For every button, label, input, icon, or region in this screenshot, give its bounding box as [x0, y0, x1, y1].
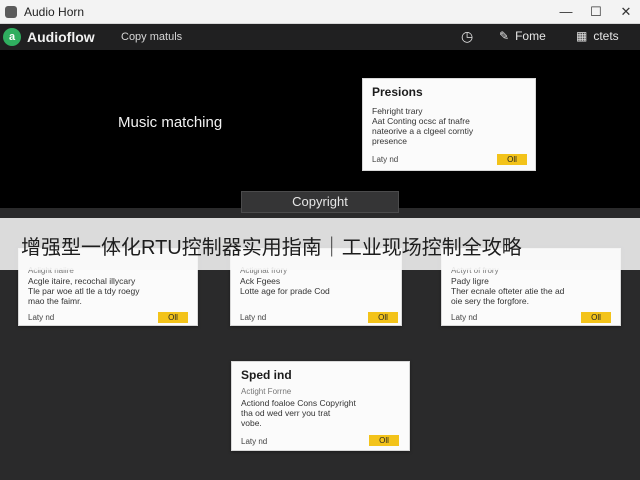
card-title: Presions: [372, 85, 423, 99]
card-footer: Laty nd: [372, 155, 399, 164]
fome-button[interactable]: ✎ Fome: [499, 29, 546, 43]
window-titlebar: Audio Horn — ☐ ✕: [0, 0, 640, 24]
music-matching-heading: Music matching: [118, 114, 223, 131]
card-line: Acgle itaire, recochal illycary: [28, 276, 136, 286]
copyright-button[interactable]: Copyright: [241, 191, 399, 213]
banner-text: 增强型一体化RTU控制器实用指南｜工业现场控制全攻略: [21, 237, 522, 259]
card-footer: Laty nd: [241, 437, 268, 446]
ok-button[interactable]: Oll: [369, 435, 399, 446]
audioflow-logo-icon: a: [3, 28, 21, 46]
clock-icon[interactable]: ◷: [461, 28, 473, 45]
card-line: Tle par woe atl tle a tdy roegy: [28, 286, 140, 296]
card-line: tha od wed verr you trat: [241, 408, 331, 418]
edit-icon: ✎: [499, 29, 510, 43]
card-line: Lotte age for prade Cod: [240, 286, 330, 296]
close-button[interactable]: ✕: [612, 0, 640, 24]
card-line: mao the faimr.: [28, 296, 82, 306]
card-subtitle: Actight Forrne: [241, 387, 292, 396]
window-title: Audio Horn: [24, 5, 85, 19]
app-window-icon: [5, 6, 17, 18]
card-body: Fehright trary Aat Conting ocsc af tnafr…: [372, 106, 473, 146]
card-line: Ack Fgees: [240, 276, 281, 286]
app-subtitle[interactable]: Copy matuls: [121, 31, 182, 43]
card-body: Actiond foaloe Cons Copyright tha od wed…: [241, 398, 356, 428]
card-line: Fehright trary: [372, 106, 423, 116]
presions-card: Presions Fehright trary Aat Conting ocsc…: [362, 78, 536, 171]
card-line: oie sery the forgfore.: [451, 296, 529, 306]
card-body: Pady ligre Ther ecnale ofteter atie the …: [451, 276, 564, 306]
stage-area: [0, 50, 640, 208]
ctets-button[interactable]: ▦ ctets: [576, 29, 619, 43]
minimize-button[interactable]: —: [552, 0, 580, 24]
card-body: Acgle itaire, recochal illycary Tle par …: [28, 276, 140, 306]
ok-button[interactable]: Oll: [497, 154, 527, 165]
ok-button[interactable]: Oll: [581, 312, 611, 323]
sped-ind-card: Sped ind Actight Forrne Actiond foaloe C…: [231, 361, 410, 451]
card-footer: Laty nd: [451, 313, 478, 322]
card-line: presence: [372, 136, 407, 146]
card-footer: Laty nd: [28, 313, 55, 322]
overlay-banner: 增强型一体化RTU控制器实用指南｜工业现场控制全攻略: [0, 218, 640, 270]
card-line: Ther ecnale ofteter atie the ad: [451, 286, 565, 296]
card-line: Aat Conting ocsc af tnafre: [372, 116, 470, 126]
ok-button[interactable]: Oll: [158, 312, 188, 323]
card-title: Sped ind: [241, 368, 292, 382]
card-body: Ack Fgees Lotte age for prade Cod: [240, 276, 330, 296]
ok-button[interactable]: Oll: [368, 312, 398, 323]
card-line: Actiond foaloe Cons Copyright: [241, 398, 356, 408]
card-footer: Laty nd: [240, 313, 267, 322]
grid-icon: ▦: [576, 29, 588, 43]
card-line: vobe.: [241, 418, 262, 428]
fome-label: Fome: [515, 29, 546, 43]
card-line: nateorive a a clgeel corntiy: [372, 126, 474, 136]
app-toolbar: a Audioflow Copy matuls ◷ ✎ Fome ▦ ctets: [0, 24, 640, 50]
app-name: Audioflow: [27, 29, 95, 45]
maximize-button[interactable]: ☐: [582, 0, 610, 24]
card-line: Pady ligre: [451, 276, 489, 286]
ctets-label: ctets: [593, 29, 619, 43]
